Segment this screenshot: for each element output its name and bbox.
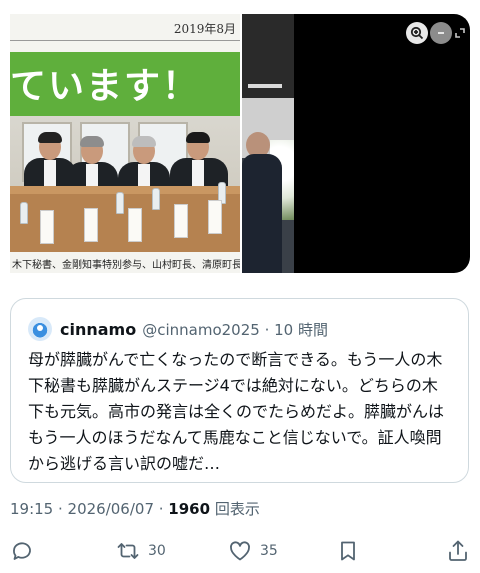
- bookmark-button[interactable]: [336, 536, 360, 566]
- clipping-banner-text: ています！: [10, 66, 201, 107]
- reply-button[interactable]: [10, 536, 34, 566]
- video-image[interactable]: [242, 14, 470, 273]
- quoted-tweet[interactable]: cinnamo @cinnamo2025 · 10 時間 母が膵臓がんで亡くなっ…: [10, 298, 469, 483]
- quoted-display-name[interactable]: cinnamo: [60, 320, 136, 339]
- newspaper-clipping-image[interactable]: 2019年8月 ています！ 木下秘書、金剛知事特別参与、山村町長、清原町長: [10, 14, 240, 273]
- name-placard: [40, 210, 54, 244]
- zoom-in-icon[interactable]: [406, 22, 428, 44]
- avatar[interactable]: [28, 317, 52, 341]
- tweet-media: 2019年8月 ています！ 木下秘書、金剛知事特別参与、山村町長、清原町長: [10, 14, 470, 273]
- clipping-rule: [10, 40, 240, 41]
- tweet-timestamp[interactable]: 19:15 · 2026/06/07 ·: [10, 500, 168, 518]
- name-placard: [128, 208, 142, 242]
- share-icon: [449, 540, 467, 561]
- like-count: 35: [260, 543, 278, 559]
- clipping-banner: ています！: [10, 52, 240, 116]
- view-label: 回表示: [210, 500, 260, 518]
- expand-icon[interactable]: [452, 22, 468, 44]
- water-bottle: [152, 188, 160, 210]
- share-button[interactable]: [446, 536, 470, 566]
- water-bottle: [20, 202, 28, 224]
- clipping-date: 2019年8月: [173, 22, 236, 36]
- quoted-tweet-header: cinnamo @cinnamo2025 · 10 時間: [28, 316, 328, 342]
- quoted-handle-time: @cinnamo2025 · 10 時間: [142, 320, 328, 339]
- like-button[interactable]: 35: [228, 536, 278, 566]
- tweet-action-bar: 30 35: [0, 536, 480, 566]
- repost-button[interactable]: 30: [116, 536, 166, 566]
- meeting-photo: [10, 116, 240, 252]
- water-bottle: [116, 192, 124, 214]
- name-placard: [174, 204, 188, 238]
- name-placard: [84, 208, 98, 242]
- reply-icon: [13, 542, 31, 560]
- minimize-icon[interactable]: [430, 22, 452, 44]
- repost-icon: [117, 543, 139, 559]
- name-placard: [208, 200, 222, 234]
- clipping-caption-bar: 木下秘書、金剛知事特別参与、山村町長、清原町長: [10, 252, 240, 273]
- tweet-meta: 19:15 · 2026/06/07 · 1960 回表示: [10, 498, 260, 519]
- repost-count: 30: [148, 543, 166, 559]
- view-count: 1960: [168, 500, 211, 518]
- quoted-tweet-text: 母が膵臓がんで亡くなったので断言できる。もう一人の木下秘書も膵臓がんステージ4で…: [28, 350, 445, 473]
- heart-icon: [230, 541, 250, 561]
- clipping-caption: 木下秘書、金剛知事特別参与、山村町長、清原町長: [12, 260, 240, 271]
- bookmark-icon: [341, 541, 355, 561]
- video-frame-content: [242, 14, 294, 273]
